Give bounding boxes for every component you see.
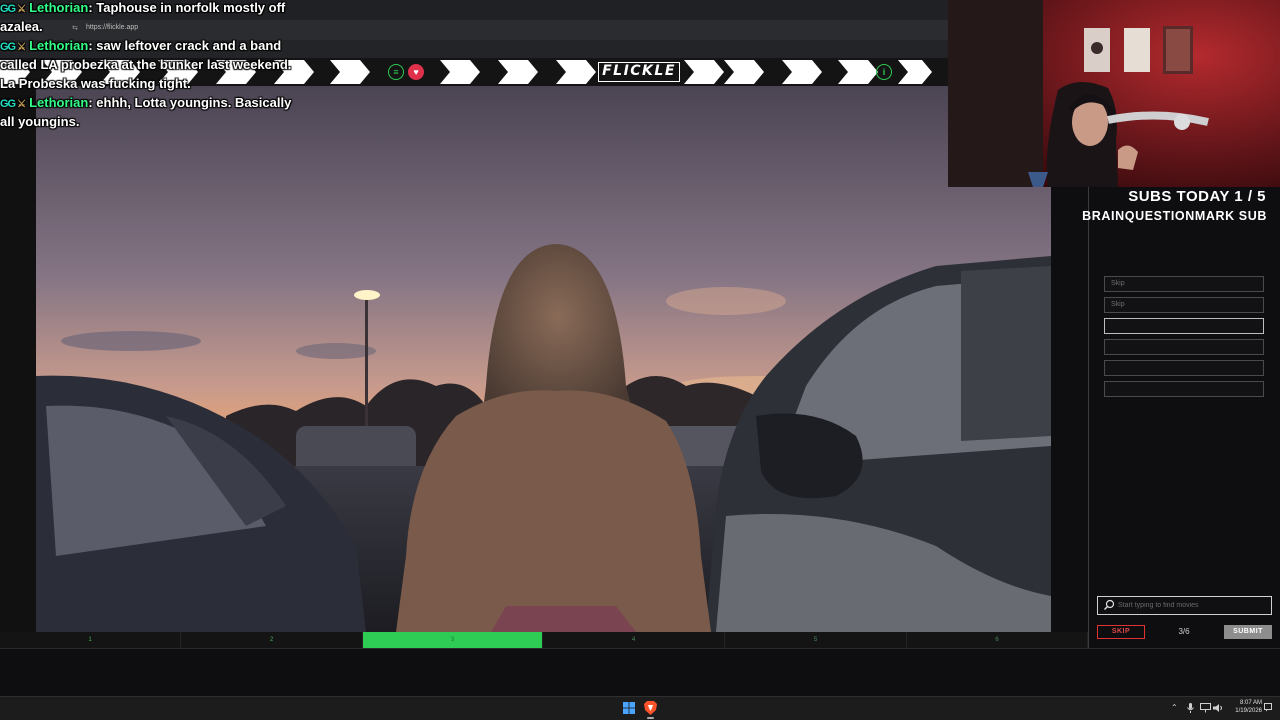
chat-message-continuation: azalea. [0, 17, 43, 36]
notification-icon[interactable] [1264, 703, 1272, 712]
chat-message: GG ⚔ Lethorian: Taphouse in norfolk mostly… [0, 0, 285, 19]
chat-text: called LA probezka at the bunker last we… [0, 57, 292, 72]
microphone-icon[interactable] [1187, 703, 1194, 713]
subs-today-counter: SUBS TODAY 1 / 5 [1128, 188, 1266, 205]
guess-slot-2: Skip [1104, 297, 1264, 313]
progress-segment-5[interactable]: 5 [725, 632, 907, 648]
flickle-logo[interactable]: FLICKLE [598, 62, 680, 82]
chat-text: La Probeska was fucking tight. [0, 76, 191, 91]
chat-username[interactable]: Lethorian [29, 0, 88, 15]
brave-browser-icon[interactable] [644, 701, 657, 715]
left-margin [0, 86, 36, 632]
chat-message-continuation: all youngins. [0, 112, 79, 131]
progress-segment-6[interactable]: 6 [907, 632, 1088, 648]
latest-sub-name: BRAINQUESTIONMARK SUB [1082, 209, 1267, 223]
chat-message-continuation: called LA probezka at the bunker last we… [0, 55, 291, 74]
guess-slot-6 [1104, 381, 1264, 397]
guess-slot-4 [1104, 339, 1264, 355]
skip-button[interactable]: SKIP [1097, 625, 1145, 639]
movie-search-input[interactable] [1118, 598, 1268, 613]
chat-message: GG ⚔ Lethorian: saw leftover crack and a b… [0, 36, 281, 57]
chat-username[interactable]: Lethorian [29, 38, 88, 53]
chat-text: : ehhh, Lotta youngins. Basically [88, 95, 292, 110]
chat-text: : saw leftover crack and a band [88, 38, 282, 53]
progress-segment-1[interactable]: 1 [0, 632, 181, 648]
page-footer-area [0, 648, 1280, 696]
movie-still-frame [36, 86, 1051, 632]
submit-button[interactable]: SUBMIT [1224, 625, 1272, 639]
chat-text: : Taphouse in norfolk mostly off [88, 0, 286, 15]
chat-text: azalea. [0, 19, 43, 34]
menu-icon[interactable]: ≡ [388, 64, 404, 80]
windows-taskbar [0, 696, 1280, 720]
clock-date[interactable]: 1/19/2026 [1226, 708, 1262, 714]
chat-username[interactable]: Lethorian [29, 95, 88, 110]
chat-text: all youngins. [0, 114, 80, 129]
guess-progress-bar: 1 2 3 4 5 6 [0, 632, 1088, 648]
guess-panel [1088, 187, 1280, 648]
progress-segment-4[interactable]: 4 [543, 632, 725, 648]
panel-gutter [1051, 187, 1088, 632]
windows-start-icon[interactable] [623, 702, 635, 714]
guess-slot-5 [1104, 360, 1264, 376]
address-url[interactable]: https://flickle.app [86, 24, 138, 31]
volume-icon[interactable] [1213, 703, 1223, 713]
heart-icon[interactable]: ♥ [408, 64, 424, 80]
tray-overflow-icon[interactable]: ⌃ [1171, 703, 1178, 712]
chat-message: GG ⚔ Lethorian: ehhh, Lotta youngins. Basi… [0, 93, 291, 114]
guess-slot-3 [1104, 318, 1264, 334]
webcam-feed [948, 0, 1280, 187]
info-icon[interactable]: i [876, 64, 892, 80]
guess-slot-1: Skip [1104, 276, 1264, 292]
guess-counter: 3/6 [1178, 627, 1190, 636]
clock-time[interactable]: 8:07 AM [1228, 700, 1262, 706]
search-icon [1104, 599, 1115, 610]
active-app-indicator [647, 717, 654, 719]
site-info-icon[interactable]: ⇆ [72, 24, 78, 32]
chat-message-continuation: La Probeska was fucking tight. [0, 74, 191, 93]
progress-segment-3[interactable]: 3 [363, 632, 543, 648]
network-icon[interactable] [1200, 703, 1211, 713]
progress-segment-2[interactable]: 2 [181, 632, 363, 648]
